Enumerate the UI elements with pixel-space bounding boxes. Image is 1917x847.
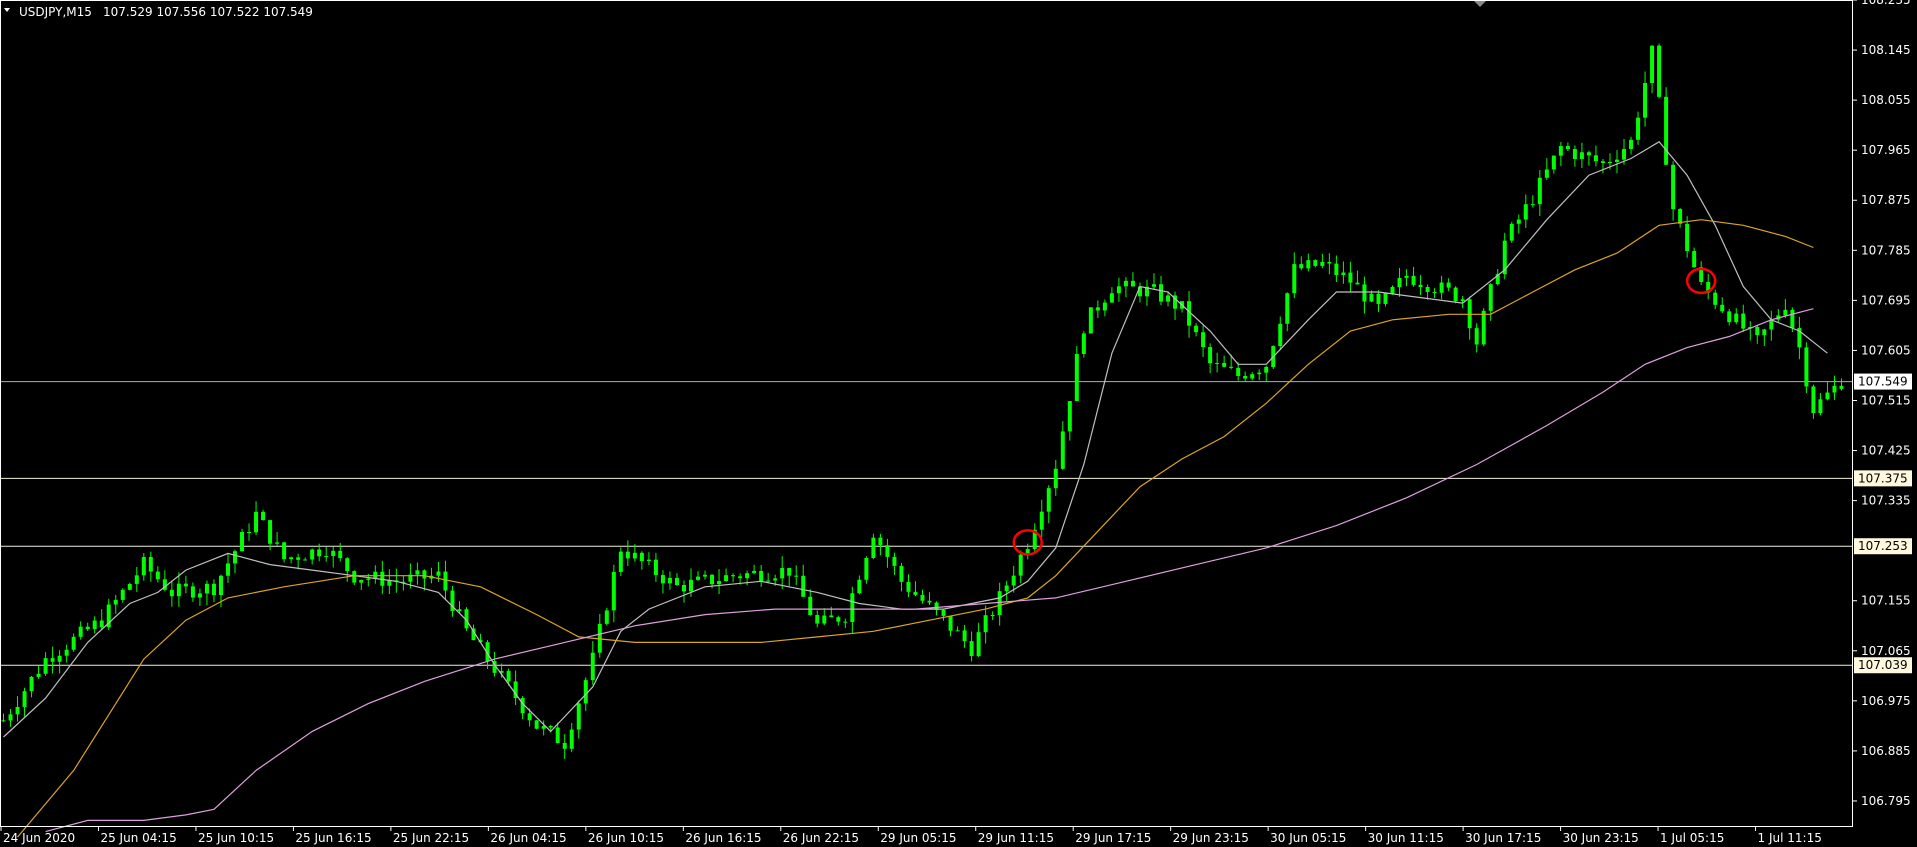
level-price-tag: 107.375 [1854, 470, 1912, 487]
candle [534, 719, 539, 730]
x-tick-label: 30 Jun 05:15 [1270, 831, 1346, 845]
level-price-tag: 107.039 [1854, 657, 1912, 674]
x-tick-label: 29 Jun 05:15 [880, 831, 956, 845]
x-tick-label: 1 Jul 11:15 [1758, 831, 1822, 845]
chart-ohlc: 107.529 107.556 107.522 107.549 [103, 5, 313, 19]
x-tick-label: 25 Jun 10:15 [198, 831, 274, 845]
candle [1088, 307, 1093, 334]
candle [1081, 331, 1086, 358]
chart-symbol: USDJPY,M15 [19, 5, 92, 19]
candle [1074, 345, 1079, 402]
price-chart[interactable]: 108.235 108.145 108.055 107.965 107.875 107.7… [0, 0, 1917, 847]
y-tick-label: 107.335 [1861, 494, 1911, 508]
candle [1657, 43, 1662, 99]
y-tick-label: 108.235 [1861, 0, 1911, 7]
x-tick-label: 25 Jun 16:15 [295, 831, 371, 845]
svg-text:107.253: 107.253 [1858, 539, 1908, 553]
current-price-tag: 107.549 [1854, 373, 1912, 390]
x-tick-label: 30 Jun 23:15 [1563, 831, 1639, 845]
chart-background [0, 0, 1917, 847]
candle [127, 582, 132, 591]
y-tick-label: 107.065 [1861, 644, 1911, 658]
svg-text:107.039: 107.039 [1858, 658, 1908, 672]
y-tick-label: 107.965 [1861, 143, 1911, 157]
candle [1453, 286, 1458, 304]
x-tick-label: 29 Jun 11:15 [978, 831, 1054, 845]
y-tick-label: 107.425 [1861, 444, 1911, 458]
x-tick-label: 25 Jun 04:15 [100, 831, 176, 845]
y-tick-label: 106.975 [1861, 694, 1911, 708]
level-price-tag: 107.253 [1854, 538, 1912, 555]
y-tick-label: 108.145 [1861, 43, 1911, 57]
y-tick-label: 106.885 [1861, 744, 1911, 758]
x-tick-label: 26 Jun 22:15 [783, 831, 859, 845]
y-tick-label: 107.155 [1861, 594, 1911, 608]
x-tick-label: 29 Jun 23:15 [1173, 831, 1249, 845]
y-tick-label: 106.795 [1861, 794, 1911, 808]
candle [1804, 342, 1809, 394]
x-tick-label: 25 Jun 22:15 [393, 831, 469, 845]
x-tick-label: 1 Jul 05:15 [1660, 831, 1724, 845]
candle [1509, 221, 1514, 243]
candle [1664, 87, 1669, 166]
candle [604, 607, 609, 626]
candle [864, 556, 869, 584]
x-tick-label: 30 Jun 11:15 [1368, 831, 1444, 845]
svg-text:107.375: 107.375 [1858, 471, 1908, 485]
x-tick-label: 26 Jun 10:15 [588, 831, 664, 845]
x-tick-label: 30 Jun 17:15 [1465, 831, 1541, 845]
y-tick-label: 107.605 [1861, 343, 1911, 357]
y-tick-label: 108.055 [1861, 93, 1911, 107]
y-tick-label: 107.785 [1861, 243, 1911, 257]
svg-text:107.549: 107.549 [1858, 375, 1908, 389]
y-tick-label: 107.875 [1861, 193, 1911, 207]
x-tick-label: 24 Jun 2020 [3, 831, 75, 845]
y-tick-label: 107.515 [1861, 393, 1911, 407]
x-tick-label: 26 Jun 04:15 [490, 831, 566, 845]
y-tick-label: 107.695 [1861, 293, 1911, 307]
candle [240, 528, 245, 552]
x-tick-label: 26 Jun 16:15 [685, 831, 761, 845]
x-tick-label: 29 Jun 17:15 [1075, 831, 1151, 845]
